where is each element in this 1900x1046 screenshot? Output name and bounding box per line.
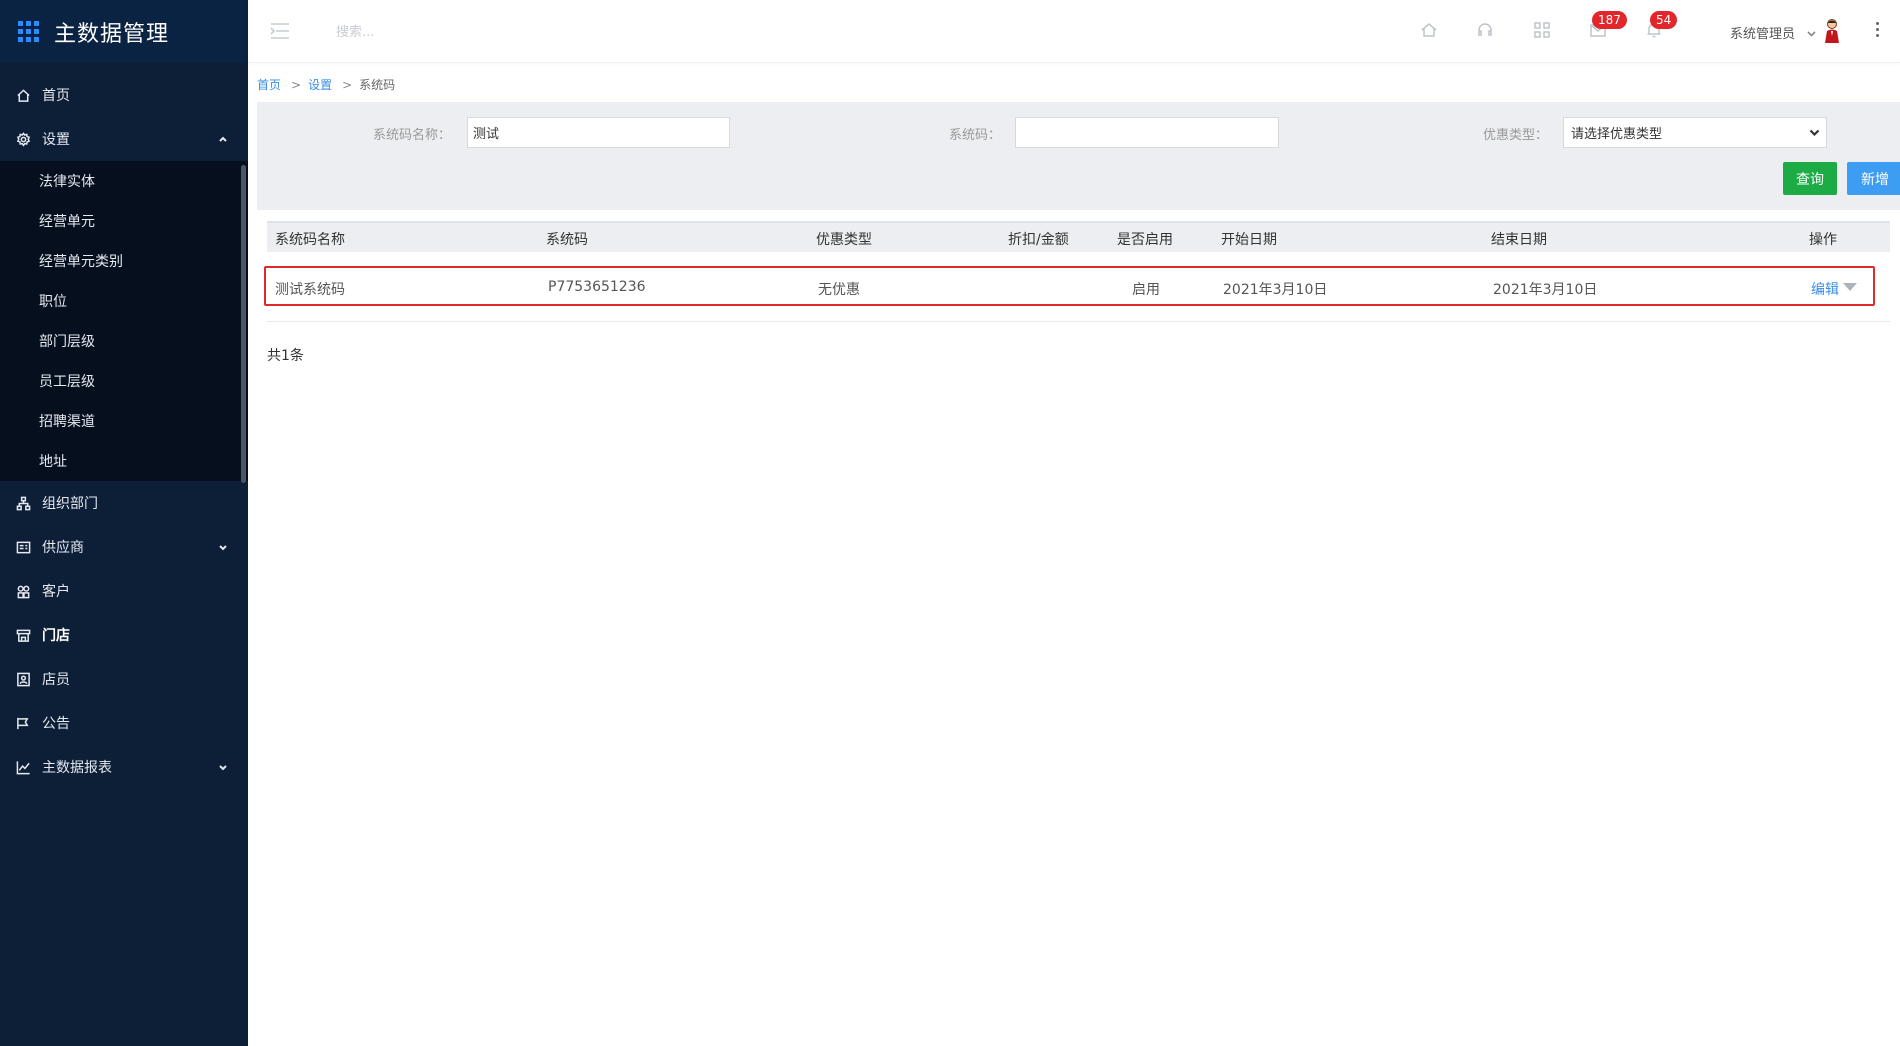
menu-toggle-icon[interactable] <box>270 22 290 40</box>
sidebar-subitem-address[interactable]: 地址 <box>0 441 248 481</box>
sidebar-item-supplier[interactable]: 供应商 <box>0 525 248 569</box>
chevron-down-icon <box>218 760 228 776</box>
search-input[interactable] <box>336 20 556 44</box>
column-header: 操作 <box>1809 232 1837 248</box>
app-title: 主数据管理 <box>54 21 170 47</box>
home-icon[interactable] <box>1420 21 1438 39</box>
sidebar-subitem-recruitment-channel[interactable]: 招聘渠道 <box>0 401 248 441</box>
sidebar-menu: 首页 设置 法律实体 经营单元 经营单元类别 职位 部门层级 员工层级 招聘渠道… <box>0 73 248 789</box>
column-header: 是否启用 <box>1117 232 1173 248</box>
chevron-down-icon[interactable] <box>1807 26 1816 42</box>
sidebar-subitem-business-unit-type[interactable]: 经营单元类别 <box>0 241 248 281</box>
sidebar-item-announcement[interactable]: 公告 <box>0 701 248 745</box>
apps-grid-icon[interactable] <box>1533 21 1551 39</box>
breadcrumb-home[interactable]: 首页 <box>257 76 281 93</box>
sidebar-subitem-business-unit[interactable]: 经营单元 <box>0 201 248 241</box>
cell-end-date: 2021年3月10日 <box>1493 282 1598 298</box>
cell-start-date: 2021年3月10日 <box>1223 282 1328 298</box>
sidebar-item-label: 设置 <box>42 132 70 148</box>
code-input[interactable] <box>1015 117 1279 148</box>
sidebar-subitem-employee-level[interactable]: 员工层级 <box>0 361 248 401</box>
top-header: 187 54 系统管理员 <box>248 0 1900 63</box>
cell-name: 测试系统码 <box>275 282 345 298</box>
chevron-down-icon <box>1809 127 1820 142</box>
cell-code: P7753651236 <box>548 279 646 295</box>
sidebar-item-master-report[interactable]: 主数据报表 <box>0 745 248 789</box>
sidebar-item-clerk[interactable]: 店员 <box>0 657 248 701</box>
type-select-value: 请选择优惠类型 <box>1571 127 1663 142</box>
org-chart-icon <box>15 495 31 511</box>
sidebar-item-label: 组织部门 <box>42 496 98 512</box>
table-header: 系统码名称 系统码 优惠类型 折扣/金额 是否启用 开始日期 结束日期 操作 <box>267 221 1890 252</box>
sidebar-item-organization[interactable]: 组织部门 <box>0 481 248 525</box>
breadcrumb: 首页 > 设置 > 系统码 <box>257 76 395 93</box>
column-header: 结束日期 <box>1491 232 1547 248</box>
sidebar-subitem-department-level[interactable]: 部门层级 <box>0 321 248 361</box>
breadcrumb-settings[interactable]: 设置 <box>308 76 332 93</box>
message-badge: 187 <box>1592 11 1627 29</box>
app-grid-icon <box>18 21 39 42</box>
sidebar-item-label: 公告 <box>42 716 70 732</box>
sidebar-item-label: 首页 <box>42 88 70 104</box>
chart-icon <box>15 759 31 775</box>
store-icon <box>15 627 31 643</box>
chevron-up-icon <box>218 132 228 148</box>
add-button[interactable]: 新增 <box>1847 162 1900 195</box>
query-button[interactable]: 查询 <box>1783 162 1837 195</box>
headset-icon[interactable] <box>1476 21 1494 39</box>
column-header: 开始日期 <box>1221 232 1277 248</box>
sidebar-subitem-legal-entity[interactable]: 法律实体 <box>0 161 248 201</box>
type-select[interactable]: 请选择优惠类型 <box>1563 117 1827 148</box>
gear-icon <box>15 131 31 147</box>
edit-link[interactable]: 编辑 <box>1811 279 1839 299</box>
breadcrumb-current: 系统码 <box>359 78 396 92</box>
sidebar-item-store[interactable]: 门店 <box>0 613 248 657</box>
breadcrumb-separator: > <box>291 77 302 92</box>
avatar[interactable] <box>1822 18 1842 44</box>
sidebar-subitem-position[interactable]: 职位 <box>0 281 248 321</box>
home-icon <box>15 87 31 103</box>
user-name[interactable]: 系统管理员 <box>1730 23 1795 42</box>
code-label: 系统码： <box>949 128 1002 143</box>
breadcrumb-separator: > <box>342 77 353 92</box>
name-label: 系统码名称： <box>373 128 452 143</box>
brand: 主数据管理 <box>0 0 248 63</box>
more-options-icon[interactable] <box>1874 22 1880 40</box>
sidebar-item-label: 客户 <box>42 584 70 600</box>
filter-panel: 系统码名称： 系统码： 优惠类型： 请选择优惠类型 查询 新增 <box>257 102 1900 210</box>
clerk-icon <box>15 671 31 687</box>
sidebar-item-label: 主数据报表 <box>42 760 112 776</box>
cell-type: 无优惠 <box>818 282 860 298</box>
table-row[interactable]: 测试系统码 P7753651236 无优惠 启用 2021年3月10日 2021… <box>264 266 1875 306</box>
customer-icon <box>15 583 31 599</box>
column-header: 优惠类型 <box>816 232 872 248</box>
sidebar-item-home[interactable]: 首页 <box>0 73 248 117</box>
sidebar: 主数据管理 首页 设置 法律实体 经营单元 经营单元类别 职位 部门层级 员工层… <box>0 0 248 1046</box>
table-divider <box>267 321 1890 322</box>
total-count: 共1条 <box>267 348 304 364</box>
caret-down-icon[interactable] <box>1843 283 1857 291</box>
sidebar-scrollbar[interactable] <box>241 165 246 483</box>
sidebar-item-label: 供应商 <box>42 540 84 556</box>
column-header: 系统码名称 <box>275 232 345 248</box>
column-header: 折扣/金额 <box>1008 232 1069 248</box>
announcement-icon <box>15 715 31 731</box>
supplier-icon <box>15 539 31 555</box>
settings-submenu: 法律实体 经营单元 经营单元类别 职位 部门层级 员工层级 招聘渠道 地址 <box>0 161 248 481</box>
sidebar-item-customer[interactable]: 客户 <box>0 569 248 613</box>
column-header: 系统码 <box>546 232 588 248</box>
chevron-down-icon <box>218 540 228 556</box>
sidebar-item-settings[interactable]: 设置 <box>0 117 248 161</box>
name-input[interactable] <box>467 117 730 148</box>
type-label: 优惠类型： <box>1483 128 1549 143</box>
sidebar-item-label: 店员 <box>42 672 70 688</box>
sidebar-item-label: 门店 <box>42 628 70 644</box>
cell-enabled: 启用 <box>1132 282 1160 298</box>
notice-badge: 54 <box>1650 11 1678 29</box>
